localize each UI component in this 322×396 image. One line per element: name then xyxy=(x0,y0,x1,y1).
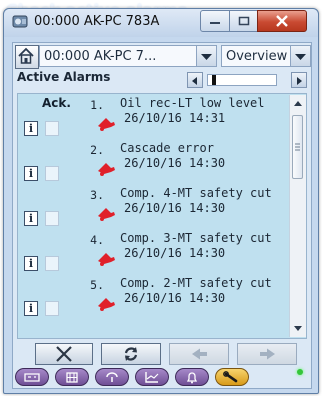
window-title: 00:000 AK-PC 783A xyxy=(34,14,160,29)
alarm-bell-icon xyxy=(98,298,115,311)
alarm-time: 26/10/16 14:30 xyxy=(124,246,226,260)
close-icon xyxy=(276,15,288,27)
client-area: 00:000 AK-PC 7... Overview Active Alarms xyxy=(12,42,312,389)
scrollbar-thumb[interactable] xyxy=(292,115,303,179)
ack-checkbox[interactable] xyxy=(45,121,59,136)
alarm-row[interactable]: i 3. Comp. 4-MT safety cut 26/10/16 14:3… xyxy=(18,186,290,231)
scroll-up-icon[interactable] xyxy=(293,98,303,108)
alarm-bell-icon xyxy=(98,163,115,176)
scroll-down-icon[interactable] xyxy=(293,324,303,334)
alarm-time: 26/10/16 14:30 xyxy=(124,201,226,215)
minimize-button[interactable] xyxy=(200,10,230,32)
device-select-value: 00:000 AK-PC 7... xyxy=(44,49,157,64)
app-window: 00:000 AK-PC 783A 00:000 AK-PC 7... Over… xyxy=(3,8,319,394)
graph-icon xyxy=(145,372,159,383)
delete-button[interactable] xyxy=(35,343,93,365)
alarm-row[interactable]: i 5. Comp. 2-MT safety cut 26/10/16 14:3… xyxy=(18,276,290,321)
arrow-right-icon xyxy=(260,348,275,360)
alarm-number: 3. xyxy=(90,188,104,202)
alarm-bell-icon xyxy=(98,208,115,221)
app-icon xyxy=(12,15,28,28)
next-button[interactable] xyxy=(237,343,297,365)
arrow-left-icon xyxy=(192,77,197,85)
info-button[interactable]: i xyxy=(24,256,38,271)
nav-alarms-button[interactable] xyxy=(175,368,209,386)
nav-graph-button[interactable] xyxy=(135,368,169,386)
alarm-text: Cascade error xyxy=(120,141,214,155)
bottom-navigation xyxy=(15,367,309,387)
alarm-time: 26/10/16 14:30 xyxy=(124,156,226,170)
home-icon xyxy=(18,47,34,64)
ack-checkbox[interactable] xyxy=(45,256,59,271)
action-bar xyxy=(15,343,307,365)
alarm-row[interactable]: i 4. Comp. 3-MT safety cut 26/10/16 14:3… xyxy=(18,231,290,276)
maximize-button[interactable] xyxy=(229,10,258,32)
close-button[interactable] xyxy=(257,10,307,32)
alarm-number: 5. xyxy=(90,278,104,292)
alarm-text: Comp. 3-MT safety cut xyxy=(120,231,272,245)
page-slider-thumb[interactable] xyxy=(212,75,216,85)
chevron-down-icon[interactable] xyxy=(290,46,310,66)
device-select[interactable]: 00:000 AK-PC 7... xyxy=(39,45,217,67)
wrench-icon xyxy=(223,371,238,383)
info-button[interactable]: i xyxy=(24,301,38,316)
alarm-bell-icon xyxy=(98,118,115,131)
view-select-value: Overview xyxy=(226,49,288,64)
alarm-text: Comp. 2-MT safety cut xyxy=(120,276,272,290)
page-left-button[interactable] xyxy=(187,72,203,88)
ack-checkbox[interactable] xyxy=(45,211,59,226)
page-right-button[interactable] xyxy=(291,72,307,88)
page-slider[interactable] xyxy=(207,74,277,86)
view-select[interactable]: Overview xyxy=(221,45,311,67)
nav-tools-button[interactable] xyxy=(215,368,249,386)
grid-icon xyxy=(66,372,78,383)
refresh-icon xyxy=(124,347,138,361)
maximize-icon xyxy=(238,16,249,26)
alarm-list: Ack. i 1. Oil rec-LT low level 26/10/16 … xyxy=(17,93,307,339)
page-scroller[interactable] xyxy=(187,72,307,88)
alarm-list-scrollbar[interactable] xyxy=(289,95,306,337)
ack-checkbox[interactable] xyxy=(45,166,59,181)
nav-controller-button[interactable] xyxy=(15,368,49,386)
section-title: Active Alarms xyxy=(17,70,111,84)
nav-service-button[interactable] xyxy=(95,368,129,386)
alarm-text: Comp. 4-MT safety cut xyxy=(120,186,272,200)
alarm-number: 2. xyxy=(90,143,104,157)
arrow-right-icon xyxy=(297,77,302,85)
home-button[interactable] xyxy=(15,45,39,69)
status-indicator xyxy=(297,369,303,375)
nav-grid-button[interactable] xyxy=(55,368,89,386)
refresh-button[interactable] xyxy=(101,343,161,365)
info-button[interactable]: i xyxy=(24,211,38,226)
grip-icon xyxy=(295,143,300,151)
alarm-text: Oil rec-LT low level xyxy=(120,96,265,110)
alarm-row[interactable]: i 2. Cascade error 26/10/16 14:30 xyxy=(18,141,290,186)
ack-checkbox[interactable] xyxy=(45,301,59,316)
previous-button[interactable] xyxy=(169,343,229,365)
alarm-time: 26/10/16 14:31 xyxy=(124,111,226,125)
title-bar[interactable]: 00:000 AK-PC 783A xyxy=(4,9,318,37)
alarm-bell-icon xyxy=(186,372,198,384)
alarm-number: 4. xyxy=(90,233,104,247)
chevron-down-icon[interactable] xyxy=(196,46,216,66)
info-button[interactable]: i xyxy=(24,166,38,181)
minimize-icon xyxy=(210,22,220,24)
info-button[interactable]: i xyxy=(24,121,38,136)
alarm-bell-icon xyxy=(98,253,115,266)
alarm-time: 26/10/16 14:30 xyxy=(124,291,226,305)
arrow-left-icon xyxy=(192,348,207,360)
service-icon xyxy=(106,372,118,382)
x-icon xyxy=(56,346,72,362)
alarm-row[interactable]: i 1. Oil rec-LT low level 26/10/16 14:31 xyxy=(18,96,290,141)
alarm-number: 1. xyxy=(90,98,104,112)
controller-icon xyxy=(24,373,40,382)
